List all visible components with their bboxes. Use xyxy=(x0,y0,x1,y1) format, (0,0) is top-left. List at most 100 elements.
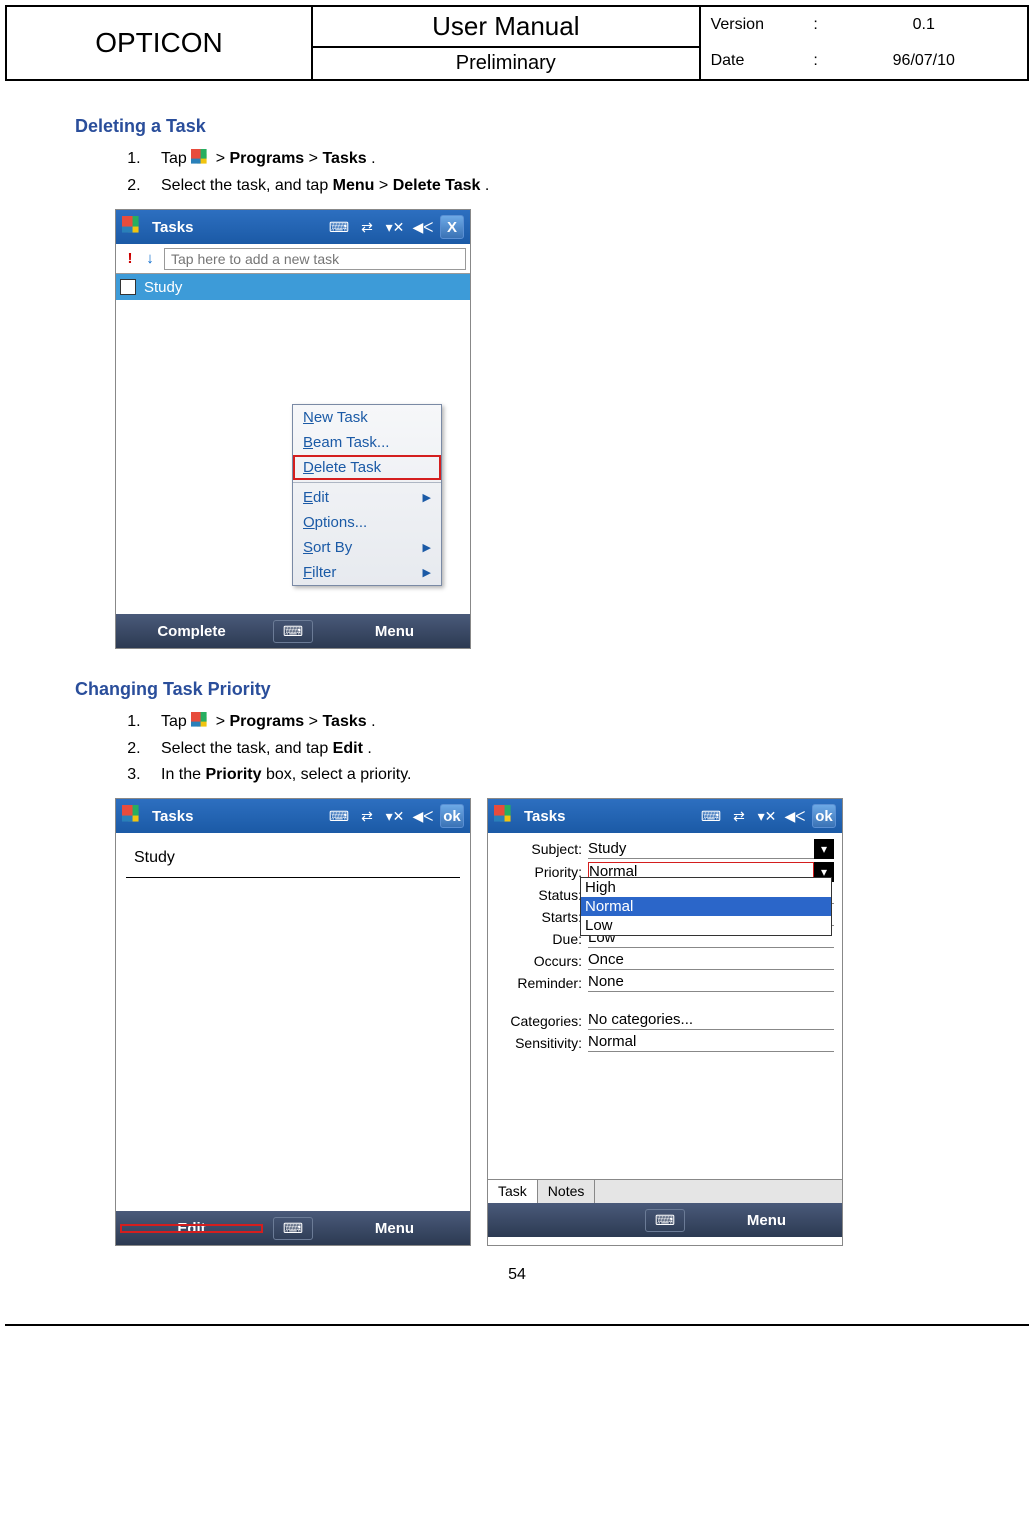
softkey-right[interactable]: Menu xyxy=(319,623,470,640)
value-sensitivity[interactable]: Normal xyxy=(588,1033,834,1052)
value-subject[interactable]: Study xyxy=(588,840,814,859)
pda-body: Study xyxy=(116,841,470,1211)
softkey-bar: ⌨ Menu xyxy=(488,1203,842,1237)
signal-icon[interactable]: ▾✕ xyxy=(384,805,406,827)
task-name: Study xyxy=(144,279,182,296)
date-row: Date : 96/07/10 xyxy=(701,43,1027,79)
label-subject: Subject: xyxy=(496,841,588,857)
menu-filter[interactable]: Filter▶ xyxy=(293,560,441,585)
text: . xyxy=(485,177,489,194)
connectivity-icon[interactable]: ⇄ xyxy=(728,805,750,827)
step-3: In the Priority box, select a priority. xyxy=(145,766,959,784)
menu-options[interactable]: Options... xyxy=(293,510,441,535)
value-categories[interactable]: No categories... xyxy=(588,1011,834,1030)
connectivity-icon[interactable]: ⇄ xyxy=(356,216,378,238)
doc-subtitle: Preliminary xyxy=(313,48,699,79)
menu-delete-task[interactable]: Delete Task xyxy=(293,455,441,480)
signal-icon[interactable]: ▾✕ xyxy=(756,805,778,827)
label-due: Due: xyxy=(496,931,588,947)
footer-divider xyxy=(5,1324,1029,1326)
menu-beam-task[interactable]: Beam Task... xyxy=(293,430,441,455)
submenu-arrow-icon: ▶ xyxy=(423,566,431,579)
volume-icon[interactable]: ◀ᐸ xyxy=(784,805,806,827)
menu-new-task[interactable]: New Task xyxy=(293,405,441,430)
title-text: Tasks xyxy=(152,808,328,825)
text: > xyxy=(216,150,230,167)
tasks-label: Tasks xyxy=(322,713,366,730)
step-2: Select the task, and tap Menu > Delete T… xyxy=(145,177,959,195)
dropdown-arrow-icon[interactable]: ▾ xyxy=(814,839,834,859)
ok-button[interactable]: ok xyxy=(440,804,464,828)
screenshot-row: Tasks ⌨ ⇄ ▾✕ ◀ᐸ ok Study Edit ⌨ Menu xyxy=(115,798,959,1246)
text: . xyxy=(367,740,371,757)
pda-body: ! ↓ Study New Task Beam Task... Delete T… xyxy=(116,244,470,614)
delete-task-label: Delete Task xyxy=(393,177,481,194)
softkey-right[interactable]: Menu xyxy=(319,1220,470,1237)
connectivity-icon[interactable]: ⇄ xyxy=(356,805,378,827)
title-bar: Tasks ⌨ ⇄ ▾✕ ◀ᐸ ok xyxy=(116,799,470,833)
title-text: Tasks xyxy=(152,219,328,236)
dd-item-normal[interactable]: Normal xyxy=(581,897,831,916)
start-icon[interactable] xyxy=(122,805,144,827)
pda-screen-1: Tasks ⌨ ⇄ ▾✕ ◀ᐸ X ! ↓ Study xyxy=(115,209,471,649)
title-text: Tasks xyxy=(524,808,700,825)
text: > xyxy=(379,177,393,194)
sip-toggle[interactable]: ⌨ xyxy=(273,620,313,643)
start-icon xyxy=(191,149,211,169)
volume-icon[interactable]: ◀ᐸ xyxy=(412,805,434,827)
step-1: Tap > Programs > Tasks . xyxy=(145,712,959,732)
tab-task[interactable]: Task xyxy=(488,1180,538,1203)
softkey-left[interactable]: Complete xyxy=(116,623,267,640)
form-row-occurs: Occurs: Once xyxy=(496,951,834,970)
signal-icon[interactable]: ▾✕ xyxy=(384,216,406,238)
screenshot-tasks-menu: Tasks ⌨ ⇄ ▾✕ ◀ᐸ X ! ↓ Study xyxy=(115,209,959,649)
programs-label: Programs xyxy=(230,150,305,167)
softkey-left-edit[interactable]: Edit xyxy=(116,1220,267,1237)
text: box, select a priority. xyxy=(266,766,412,783)
priority-dropdown: High Normal Low xyxy=(580,877,832,936)
menu-sort-by[interactable]: Sort By▶ xyxy=(293,535,441,560)
value-occurs[interactable]: Once xyxy=(588,951,834,970)
close-button[interactable]: X xyxy=(440,215,464,239)
text: In the xyxy=(161,766,205,783)
pda-screen-3: Tasks ⌨ ⇄ ▾✕ ◀ᐸ ok Subject: Study ▾ xyxy=(487,798,843,1246)
task-subject: Study xyxy=(126,841,460,878)
edit-label: Edit xyxy=(333,740,363,757)
colon: : xyxy=(801,16,831,34)
task-checkbox[interactable] xyxy=(120,279,136,295)
label-occurs: Occurs: xyxy=(496,953,588,969)
sip-icon[interactable]: ⌨ xyxy=(328,216,350,238)
start-icon[interactable] xyxy=(122,216,144,238)
priority-high-icon[interactable]: ! xyxy=(120,250,140,267)
status-icons: ⌨ ⇄ ▾✕ ◀ᐸ X xyxy=(328,215,464,239)
tabs: Task Notes xyxy=(488,1179,842,1203)
sip-toggle[interactable]: ⌨ xyxy=(645,1209,685,1232)
step-1: Tap > Programs > Tasks . xyxy=(145,149,959,169)
sip-icon[interactable]: ⌨ xyxy=(328,805,350,827)
submenu-arrow-icon: ▶ xyxy=(423,491,431,504)
menu-edit[interactable]: Edit▶ xyxy=(293,485,441,510)
sip-icon[interactable]: ⌨ xyxy=(700,805,722,827)
softkey-right[interactable]: Menu xyxy=(691,1212,842,1229)
priority-low-icon[interactable]: ↓ xyxy=(140,250,160,267)
tab-notes[interactable]: Notes xyxy=(538,1180,596,1203)
volume-icon[interactable]: ◀ᐸ xyxy=(412,216,434,238)
text: > xyxy=(309,713,323,730)
start-icon[interactable] xyxy=(494,805,516,827)
dd-item-low[interactable]: Low xyxy=(581,916,831,935)
form-row-categories: Categories: No categories... xyxy=(496,1011,834,1030)
label-sensitivity: Sensitivity: xyxy=(496,1035,588,1051)
ok-button[interactable]: ok xyxy=(812,804,836,828)
softkey-bar: Complete ⌨ Menu xyxy=(116,614,470,648)
task-row-selected[interactable]: Study xyxy=(116,274,470,300)
dd-item-high[interactable]: High xyxy=(581,878,831,897)
step-2: Select the task, and tap Edit . xyxy=(145,740,959,758)
new-task-input[interactable] xyxy=(164,248,466,270)
label-starts: Starts: xyxy=(496,909,588,925)
context-menu: New Task Beam Task... Delete Task Edit▶ … xyxy=(292,404,442,586)
version-value: 0.1 xyxy=(831,16,1017,34)
sip-toggle[interactable]: ⌨ xyxy=(273,1217,313,1240)
value-reminder[interactable]: None xyxy=(588,973,834,992)
colon: : xyxy=(801,52,831,70)
menu-separator xyxy=(293,482,441,483)
